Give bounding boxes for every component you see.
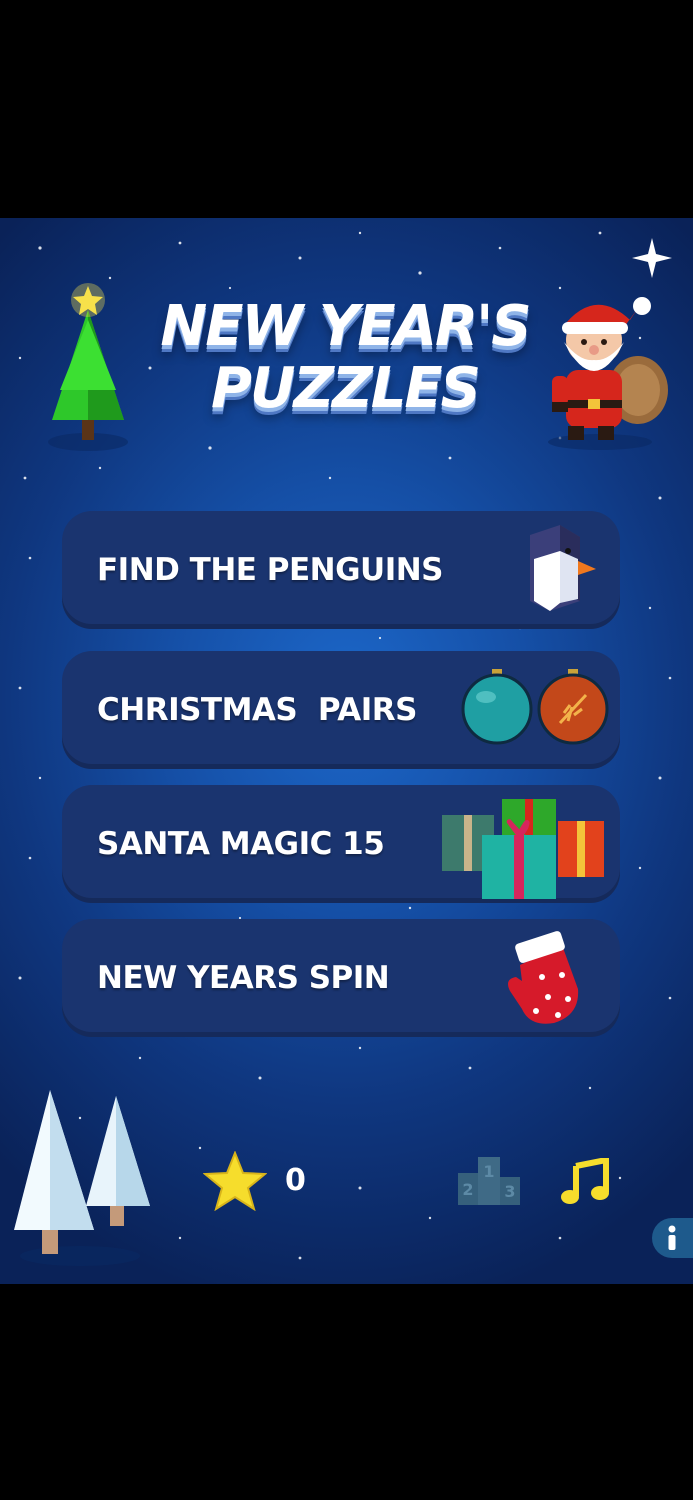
game-title: NEW YEAR'S PUZZLES [140, 296, 550, 420]
menu-label: SANTA MAGIC 15 [97, 826, 385, 862]
gifts-icon [442, 799, 604, 899]
title-line-2: PUZZLES [211, 356, 481, 421]
menu-label: CHRISTMAS PAIRS [97, 692, 417, 728]
mitten-icon [508, 931, 579, 1024]
santa-icon [548, 297, 668, 450]
santa-magic-15-button[interactable]: SANTA MAGIC 15 [62, 785, 620, 903]
find-the-penguins-button[interactable]: FIND THE PENGUINS [62, 511, 620, 629]
sparkle-star-icon [632, 238, 672, 278]
info-icon[interactable] [652, 1218, 693, 1258]
christmas-pairs-button[interactable]: CHRISTMAS PAIRS [62, 651, 620, 769]
svg-text:3: 3 [504, 1182, 515, 1201]
new-years-spin-button[interactable]: NEW YEARS SPIN [62, 919, 620, 1037]
penguin-icon [530, 525, 596, 611]
svg-text:1: 1 [483, 1162, 494, 1181]
menu-label: FIND THE PENGUINS [97, 552, 444, 588]
svg-text:2: 2 [462, 1180, 473, 1199]
snowy-trees-icon [14, 1090, 150, 1266]
music-note-icon[interactable] [560, 1158, 610, 1206]
menu-label: NEW YEARS SPIN [97, 960, 390, 996]
stars-count: 0 [285, 1163, 306, 1198]
star-icon [203, 1151, 267, 1211]
title-line-1: NEW YEAR'S [160, 294, 531, 359]
christmas-tree-icon [48, 283, 128, 451]
podium-icon[interactable]: 1 2 3 [456, 1155, 522, 1207]
game-screen: NEW YEAR'S PUZZLES FIND THE PENGUINS CHR… [0, 218, 693, 1284]
ornaments-icon [461, 669, 609, 745]
